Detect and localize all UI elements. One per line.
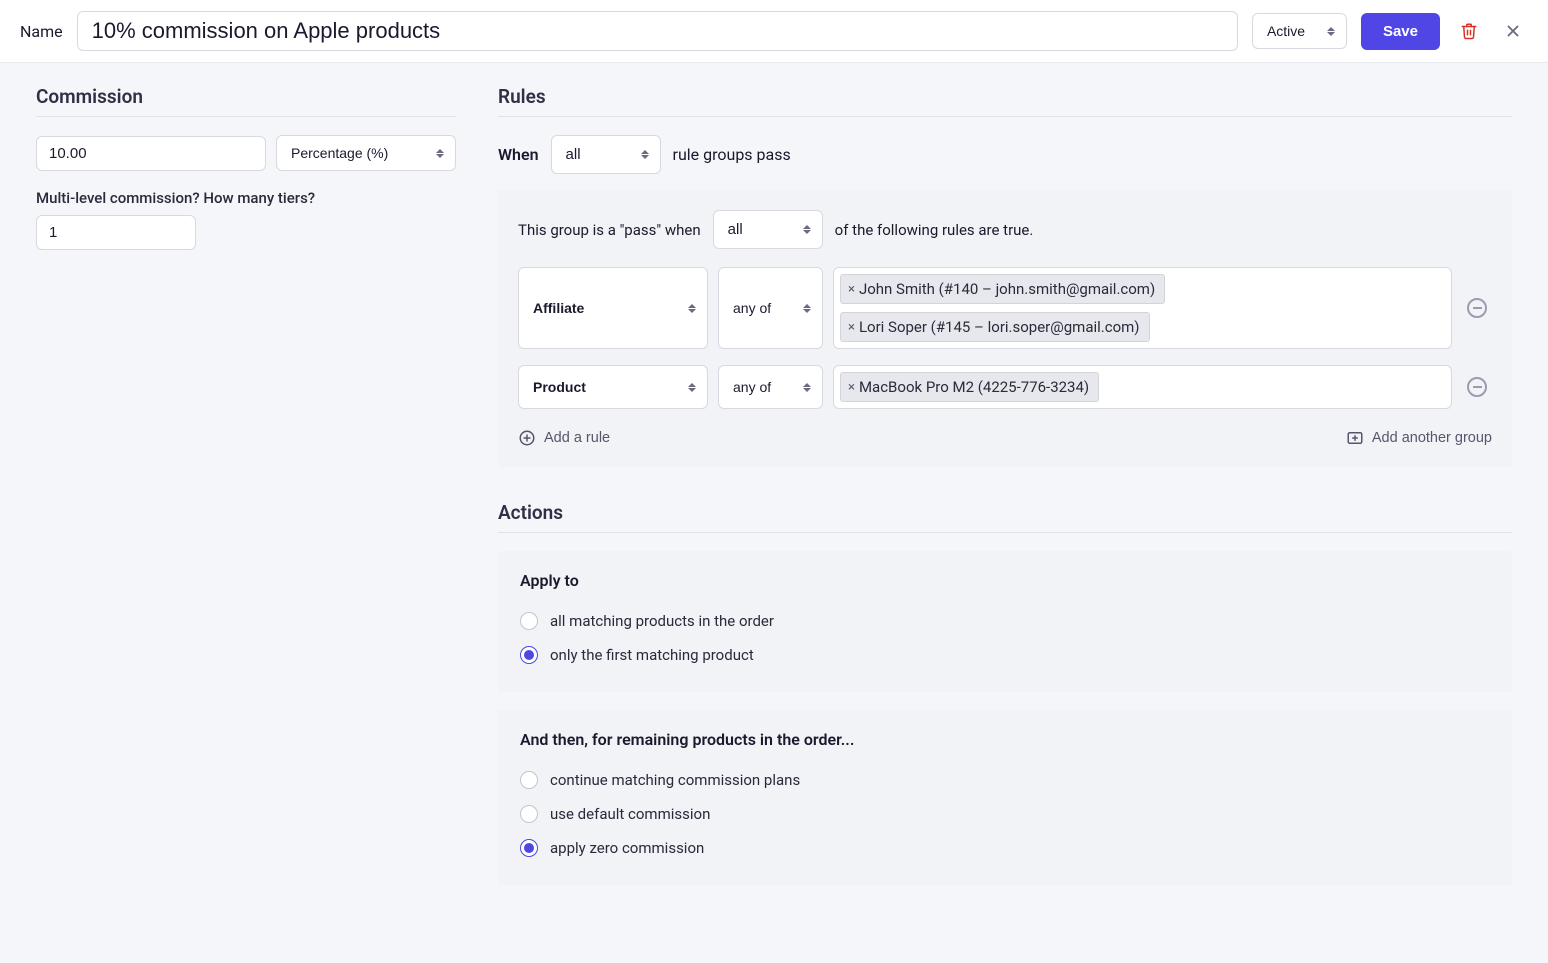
remaining-radio-default[interactable] bbox=[520, 805, 538, 823]
tag-remove-icon[interactable]: × bbox=[848, 381, 855, 394]
rule-values-input[interactable]: × MacBook Pro M2 (4225-776-3234) bbox=[833, 365, 1452, 409]
remaining-option-continue[interactable]: continue matching commission plans bbox=[520, 763, 1490, 797]
apply-to-radio-first[interactable] bbox=[520, 646, 538, 664]
actions-section-title: Actions bbox=[498, 501, 1512, 533]
when-condition-select[interactable]: all bbox=[551, 135, 661, 174]
radio-label: only the first matching product bbox=[550, 646, 754, 664]
remaining-heading: And then, for remaining products in the … bbox=[520, 730, 1490, 749]
add-group-label: Add another group bbox=[1372, 430, 1492, 446]
close-button[interactable] bbox=[1498, 16, 1528, 46]
rules-section-title: Rules bbox=[498, 85, 1512, 117]
save-button[interactable]: Save bbox=[1361, 13, 1440, 50]
name-input[interactable] bbox=[77, 11, 1238, 51]
tiers-label: Multi-level commission? How many tiers? bbox=[36, 189, 456, 207]
remaining-radio-zero[interactable] bbox=[520, 839, 538, 857]
rule-values-input[interactable]: × John Smith (#140 – john.smith@gmail.com… bbox=[833, 267, 1452, 349]
remove-rule-button[interactable] bbox=[1467, 298, 1487, 318]
add-rule-label: Add a rule bbox=[544, 430, 610, 446]
commission-type-select[interactable]: Percentage (%) bbox=[276, 135, 456, 171]
tag-remove-icon[interactable]: × bbox=[848, 283, 855, 296]
tag-label: John Smith (#140 – john.smith@gmail.com) bbox=[859, 280, 1155, 298]
tag-label: MacBook Pro M2 (4225-776-3234) bbox=[859, 378, 1089, 396]
add-group-button[interactable]: Add another group bbox=[1346, 429, 1492, 447]
header-bar: Name Active Save bbox=[0, 0, 1548, 63]
plus-circle-icon bbox=[518, 429, 536, 447]
when-label: When bbox=[498, 145, 539, 164]
when-row: When all rule groups pass bbox=[498, 135, 1512, 174]
remaining-option-default[interactable]: use default commission bbox=[520, 797, 1490, 831]
tag: × Lori Soper (#145 – lori.soper@gmail.com… bbox=[840, 312, 1150, 342]
remaining-option-zero[interactable]: apply zero commission bbox=[520, 831, 1490, 865]
group-pass-prefix: This group is a "pass" when bbox=[518, 221, 701, 239]
apply-to-box: Apply to all matching products in the or… bbox=[498, 551, 1512, 692]
status-select-wrap: Active bbox=[1252, 13, 1347, 49]
apply-to-option-first[interactable]: only the first matching product bbox=[520, 638, 1490, 672]
tag: × John Smith (#140 – john.smith@gmail.com… bbox=[840, 274, 1165, 304]
remaining-box: And then, for remaining products in the … bbox=[498, 710, 1512, 885]
close-icon bbox=[1504, 22, 1522, 40]
rule-row: Product any of × MacBook Pro M2 (4225-776… bbox=[518, 365, 1492, 409]
rule-condition-select[interactable]: any of bbox=[718, 365, 823, 409]
tiers-input[interactable] bbox=[36, 215, 196, 250]
rule-attribute-select[interactable]: Product bbox=[518, 365, 708, 409]
delete-button[interactable] bbox=[1454, 16, 1484, 46]
rule-attribute-select[interactable]: Affiliate bbox=[518, 267, 708, 349]
status-select[interactable]: Active bbox=[1252, 13, 1347, 49]
commission-amount-input[interactable] bbox=[36, 136, 266, 171]
commission-section-title: Commission bbox=[36, 85, 456, 117]
remaining-radio-continue[interactable] bbox=[520, 771, 538, 789]
add-rule-button[interactable]: Add a rule bbox=[518, 429, 610, 447]
tag-remove-icon[interactable]: × bbox=[848, 321, 855, 334]
add-group-icon bbox=[1346, 429, 1364, 447]
remove-rule-button[interactable] bbox=[1467, 377, 1487, 397]
when-suffix: rule groups pass bbox=[673, 145, 791, 164]
radio-label: use default commission bbox=[550, 805, 710, 823]
apply-to-heading: Apply to bbox=[520, 571, 1490, 590]
tag: × MacBook Pro M2 (4225-776-3234) bbox=[840, 372, 1099, 402]
trash-icon bbox=[1460, 22, 1478, 40]
radio-label: all matching products in the order bbox=[550, 612, 774, 630]
apply-to-radio-all[interactable] bbox=[520, 612, 538, 630]
tag-label: Lori Soper (#145 – lori.soper@gmail.com) bbox=[859, 318, 1140, 336]
group-pass-suffix: of the following rules are true. bbox=[835, 221, 1034, 239]
rule-condition-select[interactable]: any of bbox=[718, 267, 823, 349]
apply-to-option-all[interactable]: all matching products in the order bbox=[520, 604, 1490, 638]
rule-group: This group is a "pass" when all of the f… bbox=[498, 190, 1512, 467]
radio-label: continue matching commission plans bbox=[550, 771, 800, 789]
name-label: Name bbox=[20, 22, 63, 41]
rule-row: Affiliate any of × John Smith (#140 – joh… bbox=[518, 267, 1492, 349]
group-pass-condition-select[interactable]: all bbox=[713, 210, 823, 249]
radio-label: apply zero commission bbox=[550, 839, 704, 857]
